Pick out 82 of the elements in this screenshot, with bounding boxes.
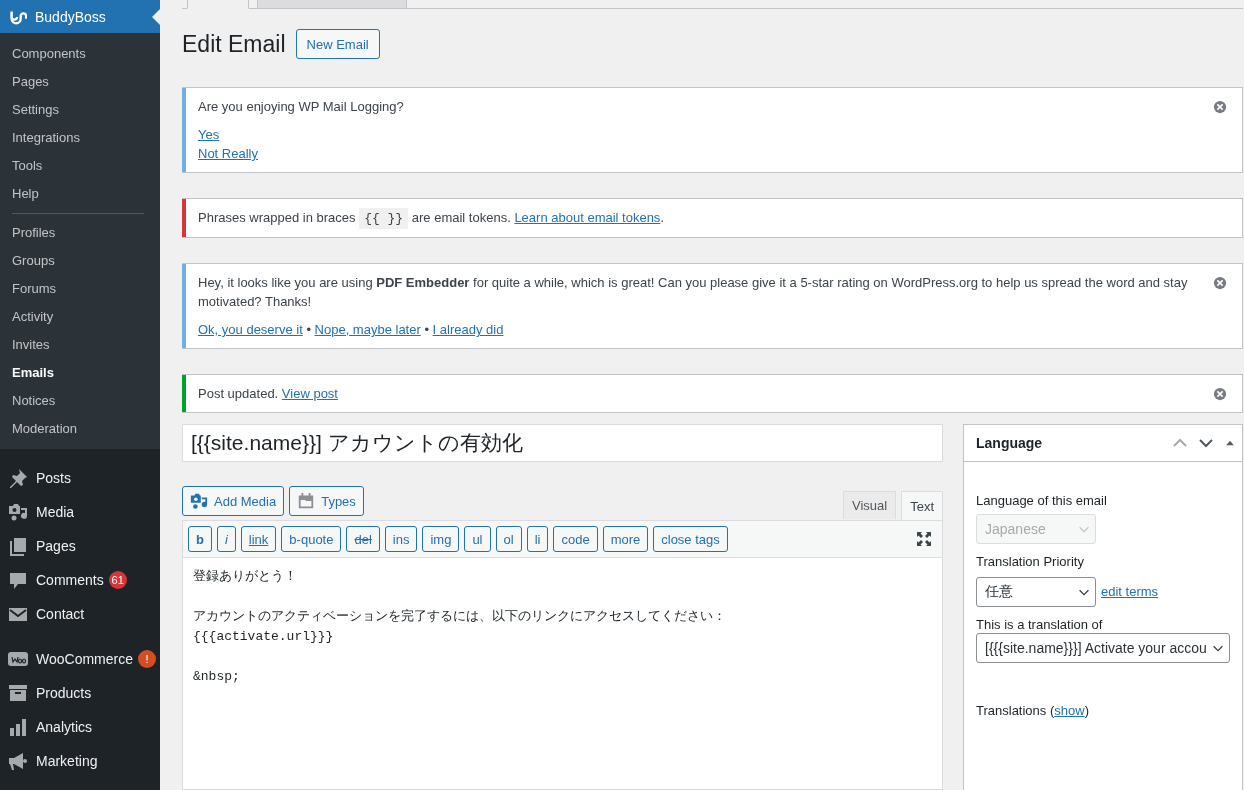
submenu-item[interactable]: Pages [0, 68, 160, 96]
format-button[interactable]: ins [384, 526, 418, 552]
format-button[interactable]: b-quote [281, 526, 342, 552]
bar-chart-icon [8, 717, 28, 737]
sidebar-menu-item[interactable]: Posts [0, 461, 160, 495]
notice-text: Phrases wrapped in braces {{ }} are email tokens. Learn about email tokens. [198, 208, 1230, 228]
sidebar-menu-item[interactable]: Analytics [0, 710, 160, 744]
sidebar-menu-item[interactable]: WooCommerce ! [0, 642, 160, 676]
close-icon[interactable] [1213, 387, 1227, 401]
link[interactable]: show [1054, 703, 1085, 718]
editor-tab[interactable]: Text [901, 491, 943, 520]
sidebar-menu-item[interactable]: Marketing [0, 744, 160, 778]
editor-tab[interactable]: Visual [842, 491, 897, 519]
submenu-item[interactable]: Help [0, 180, 160, 208]
fullscreen-icon[interactable] [916, 531, 932, 547]
toolbar-button[interactable]: Types [289, 486, 364, 516]
link[interactable]: edit terms [1101, 583, 1159, 599]
dropdown: Japanese [976, 514, 1096, 544]
close-icon[interactable] [1213, 100, 1227, 114]
woo-icon [8, 649, 28, 669]
speech-bubble-icon [8, 570, 28, 590]
sidebar-menu-item[interactable]: Comments 61 [0, 563, 160, 597]
dropdown[interactable]: [{{{site.name}}}] Activate your accou [976, 633, 1230, 663]
submenu-item[interactable]: Settings [0, 96, 160, 124]
submenu-item[interactable]: Groups [0, 247, 160, 275]
notice-text: Post updated. View post [198, 385, 339, 403]
format-button[interactable]: img [422, 526, 460, 552]
link[interactable]: View post [281, 386, 338, 401]
link[interactable]: Nope, maybe later [314, 322, 421, 337]
submenu-item[interactable]: Integrations [0, 124, 160, 152]
submenu-item[interactable]: Components [0, 40, 160, 68]
format-button[interactable]: del [346, 526, 380, 552]
media-icon [190, 492, 208, 510]
sidebar-menu-item[interactable]: Pages [0, 529, 160, 563]
submenu-item[interactable]: Emails [0, 359, 160, 387]
format-button[interactable]: link [240, 526, 277, 552]
notice-text: Hey, it looks like you are using PDF Embedder for quite a while, which is great! Can you please give it a 5-star rating on WordPress.org to help us spread the word and stay motivated? Thanks! [198, 274, 1189, 311]
page-title: Edit Email [182, 30, 286, 58]
submenu-item[interactable]: Invites [0, 331, 160, 359]
media-icon [8, 502, 28, 522]
format-button[interactable]: li [526, 526, 549, 552]
metabox-title: Language [976, 435, 1043, 451]
format-button[interactable]: ol [495, 526, 522, 552]
submenu-item[interactable]: Moderation [0, 415, 160, 443]
count-badge: ! [138, 650, 156, 668]
archive-box-icon [8, 683, 28, 703]
code-token: {{ }} [359, 208, 409, 229]
sidebar-menu-item[interactable]: Contact [0, 597, 160, 631]
submenu-item[interactable]: Profiles [0, 219, 160, 247]
field-label: Language of this email [976, 493, 1108, 508]
notice-text: Ok, you deserve it • Nope, maybe later • I already did [198, 321, 505, 339]
sidebar-menu-item[interactable]: BuddyBoss [0, 0, 160, 33]
megaphone-icon [8, 751, 28, 771]
format-button[interactable]: i [216, 526, 236, 552]
new-email-button[interactable]: New Email [295, 29, 380, 59]
submenu-item[interactable]: Tools [0, 152, 160, 180]
sidebar-menu-item[interactable]: Products [0, 676, 160, 710]
text-editor-field[interactable]: 登録ありがとう！ アカウントのアクティベーションを完了するには、以下のリンクにアクセスしてください： {{{activate.url}}} &nbsp; [183, 558, 942, 789]
link[interactable]: I already did [432, 322, 504, 337]
field-label: This is a translation of [976, 617, 1104, 632]
link[interactable]: Not Really [198, 146, 258, 161]
field-label: Translation Priority [976, 554, 1085, 569]
pages-icon [8, 536, 28, 556]
submenu-item[interactable]: Forums [0, 275, 160, 303]
title-field[interactable]: [{{site.name}}] アカウントの有効化 [182, 424, 943, 462]
submenu-item[interactable]: Notices [0, 387, 160, 415]
submenu-item[interactable]: Activity [0, 303, 160, 331]
format-button[interactable]: code [553, 526, 598, 552]
sidebar-menu-item[interactable]: Media [0, 495, 160, 529]
format-button[interactable]: b [188, 526, 212, 552]
close-icon[interactable] [1213, 276, 1227, 290]
toolbar-button[interactable]: Add Media [182, 486, 285, 516]
link[interactable]: Yes [198, 127, 220, 142]
format-button[interactable]: close tags [653, 526, 728, 552]
dropdown[interactable]: 任意 [976, 577, 1096, 607]
field-label: Translations (show) [976, 703, 1090, 718]
count-badge: 61 [108, 571, 127, 589]
pin-icon [8, 468, 28, 488]
format-button[interactable]: ul [464, 526, 491, 552]
format-button[interactable]: more [602, 526, 649, 552]
notice-text: Are you enjoying WP Mail Logging? [198, 98, 405, 116]
link[interactable]: Ok, you deserve it [198, 322, 303, 337]
